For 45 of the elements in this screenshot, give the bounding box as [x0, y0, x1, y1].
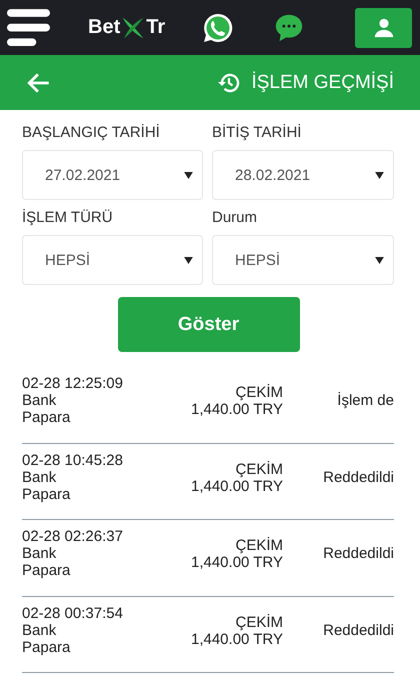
transaction-time: 02-28 12:25:09	[22, 375, 124, 392]
page-title: İŞLEM GEÇMİŞİ	[251, 72, 394, 94]
caret-icon	[375, 172, 384, 178]
transaction-status: Reddedildi	[323, 545, 394, 562]
transaction-type: ÇEKİM	[235, 537, 283, 554]
transaction-time: 02-28 02:26:37	[22, 528, 124, 545]
bank-label: Bank	[22, 545, 58, 562]
logo-text: Bet	[88, 16, 120, 39]
dropdown[interactable]: HEPSİ	[212, 235, 394, 285]
amount: 1,440.00 TRY	[190, 401, 283, 418]
field-label: BAŞLANGIÇ TARİHİ	[22, 124, 161, 141]
transaction-status: Reddedildi	[323, 622, 394, 638]
caret-icon	[184, 256, 193, 264]
bank-label: Bank	[22, 622, 58, 638]
payment-method: Papara	[22, 562, 72, 579]
amount: 1,440.00 TRY	[190, 630, 283, 648]
field-label: İŞLEM TÜRÜ	[22, 209, 114, 226]
field-label: Durum	[212, 209, 258, 226]
bank-label: Bank	[22, 392, 58, 409]
transaction-type: ÇEKİM	[235, 384, 283, 401]
caret-icon	[184, 172, 193, 178]
logo-mark-icon	[121, 16, 146, 40]
transaction-type: ÇEKİM	[235, 614, 283, 630]
transaction-time: 02-28 00:37:54	[22, 604, 124, 622]
profile-button[interactable]	[355, 8, 412, 48]
transaction-time: 02-28 10:45:28	[22, 452, 124, 468]
user-icon	[372, 16, 394, 38]
amount: 1,440.00 TRY	[190, 478, 283, 494]
transaction-status: İşlem de	[337, 392, 394, 409]
field-label: BİTİŞ TARİHİ	[212, 124, 302, 141]
transaction-type: ÇEKİM	[235, 460, 283, 478]
dropdown[interactable]: 28.02.2021	[212, 150, 394, 200]
menu-icon[interactable]	[7, 8, 50, 46]
bank-label: Bank	[22, 468, 58, 486]
whatsapp-icon[interactable]	[202, 12, 234, 44]
amount: 1,440.00 TRY	[190, 554, 283, 571]
dropdown[interactable]: 27.02.2021	[22, 150, 203, 200]
dropdown[interactable]: HEPSİ	[22, 235, 203, 285]
chat-icon[interactable]	[274, 12, 304, 42]
payment-method: Papara	[22, 638, 72, 656]
logo-text: Tr	[146, 16, 166, 39]
transaction-status: Reddedildi	[323, 468, 394, 486]
payment-method: Papara	[22, 409, 72, 426]
caret-icon	[375, 256, 384, 264]
payment-method: Papara	[22, 486, 72, 502]
